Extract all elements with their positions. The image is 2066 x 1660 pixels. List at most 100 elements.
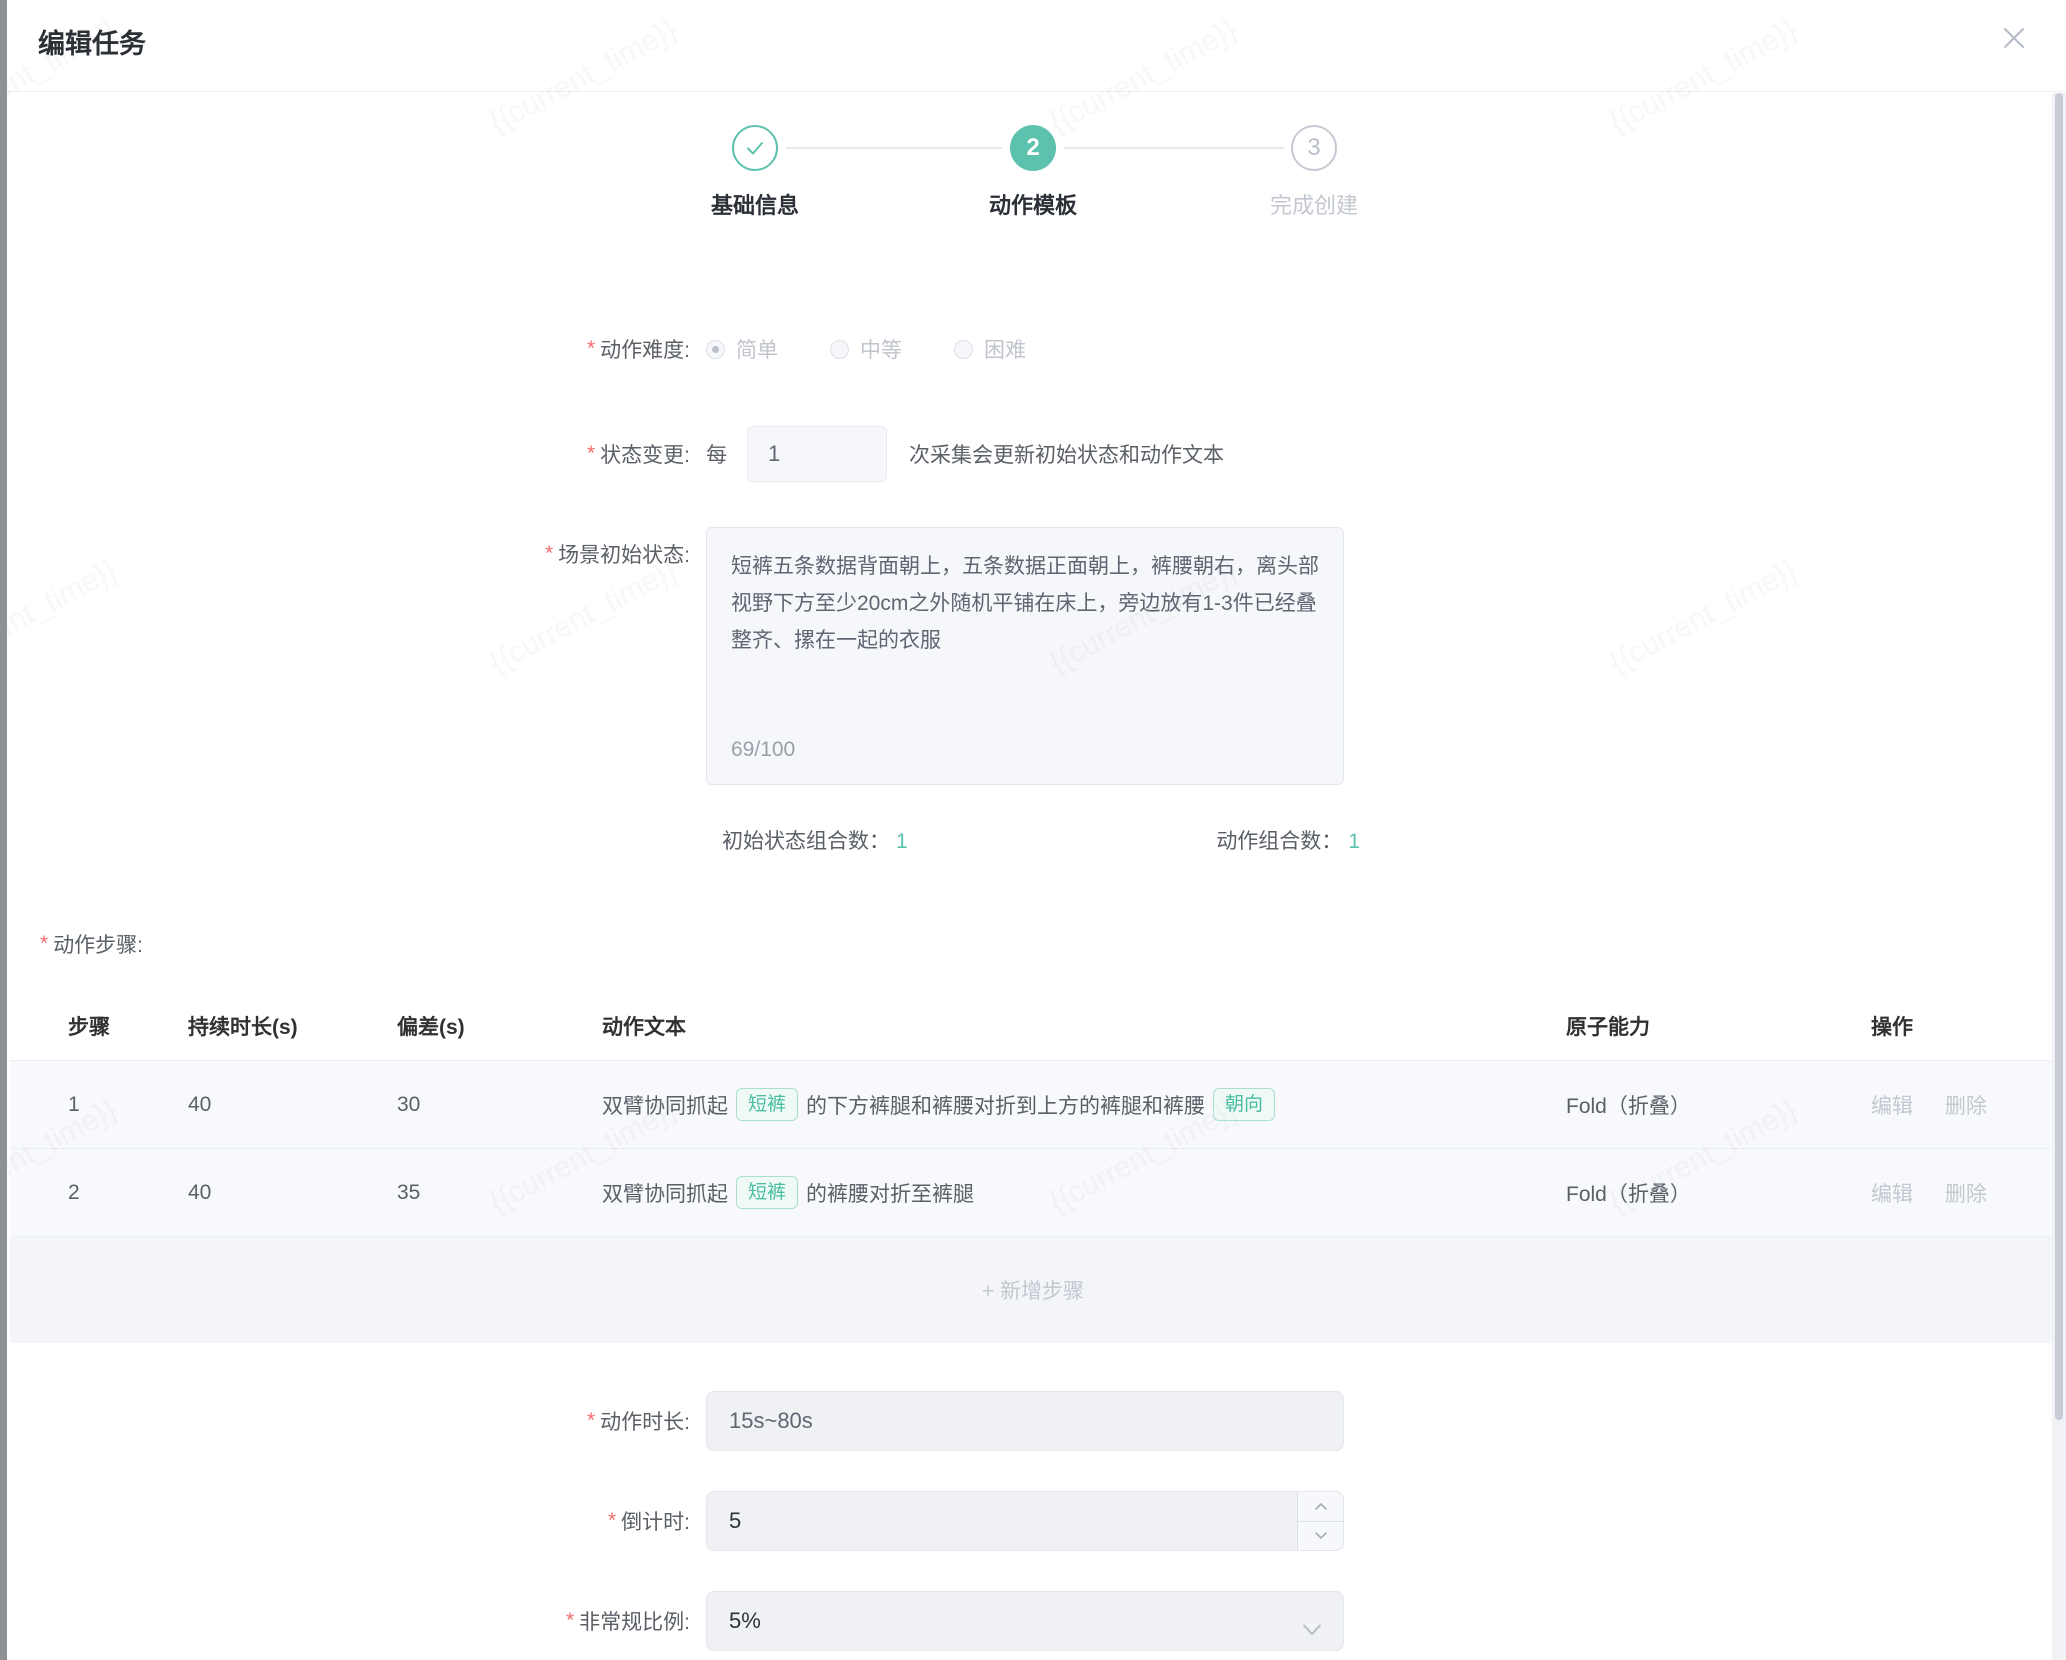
step-3-label: 完成创建: [1204, 188, 1424, 220]
required-asterisk: *: [608, 1509, 616, 1533]
step-2-number: 2: [1026, 134, 1039, 162]
required-asterisk: *: [566, 1609, 574, 1633]
table-row: 2 40 35 双臂协同抓起 短裤 的裤腰对折至裤腿 Fold（折叠） 编辑 删…: [10, 1149, 2056, 1237]
state-change-suffix: 次采集会更新初始状态和动作文本: [909, 439, 1224, 469]
step-2-circle: 2: [1010, 125, 1056, 171]
required-asterisk: *: [40, 932, 48, 956]
difficulty-label: * 动作难度:: [0, 334, 706, 364]
action-steps-table: 步骤 持续时长(s) 偏差(s) 动作文本 原子能力 操作 1 40 30 双臂…: [10, 991, 2056, 1343]
step-connector-1: [786, 147, 1002, 149]
unusual-ratio-value: 5%: [729, 1608, 761, 1634]
action-duration-row: * 动作时长: 15s~80s: [0, 1391, 2066, 1451]
countdown-label: * 倒计时:: [0, 1506, 706, 1536]
check-icon: [743, 136, 767, 160]
action-combo: 动作组合数： 1: [1216, 825, 1360, 855]
radio-icon[interactable]: [830, 340, 849, 359]
initial-state-label: * 场景初始状态:: [0, 527, 706, 569]
radio-label: 简单: [736, 334, 778, 364]
radio-label: 困难: [984, 334, 1026, 364]
radio-option-medium[interactable]: 中等: [830, 334, 902, 364]
table-header-row: 步骤 持续时长(s) 偏差(s) 动作文本 原子能力 操作: [10, 991, 2056, 1061]
scrollbar-track[interactable]: [2052, 93, 2066, 1660]
unusual-ratio-select[interactable]: 5%: [706, 1591, 1344, 1651]
state-change-label: * 状态变更:: [0, 439, 706, 469]
cell-step: 2: [10, 1181, 175, 1205]
spinner-decrease-button[interactable]: [1298, 1522, 1343, 1551]
close-icon: [2000, 24, 2028, 52]
action-duration-value: 15s~80s: [729, 1408, 813, 1434]
step-1-circle: [732, 125, 778, 171]
spinner-increase-button[interactable]: [1298, 1492, 1343, 1522]
action-duration-input[interactable]: 15s~80s: [706, 1391, 1344, 1451]
col-header-ability: 原子能力: [1531, 1011, 1841, 1041]
chevron-down-icon: [1303, 1616, 1321, 1642]
scrollbar-thumb[interactable]: [2055, 93, 2063, 1420]
radio-option-hard[interactable]: 困难: [954, 334, 1026, 364]
radio-icon-selected[interactable]: [706, 340, 725, 359]
required-asterisk: *: [587, 442, 595, 466]
initial-combo: 初始状态组合数：1: [722, 825, 908, 855]
modal-title: 编辑任务: [38, 29, 146, 59]
number-spinner: [1297, 1492, 1343, 1550]
edit-link[interactable]: 编辑: [1871, 1095, 1913, 1118]
state-change-input[interactable]: 1: [747, 426, 887, 482]
unusual-ratio-row: * 非常规比例: 5%: [0, 1591, 2066, 1651]
combo-counts: 初始状态组合数：1 动作组合数： 1: [722, 827, 1360, 853]
page-edge-strip: [0, 0, 7, 1660]
unusual-ratio-label: * 非常规比例:: [0, 1606, 706, 1636]
col-header-step: 步骤: [10, 1011, 175, 1041]
step-2-label: 动作模板: [923, 188, 1143, 220]
state-change-value: 1: [768, 441, 780, 467]
initial-state-text: 短裤五条数据背面朝上，五条数据正面朝上，裤腰朝右，离头部视野下方至少20cm之外…: [731, 555, 1319, 652]
difficulty-row: * 动作难度: 简单 中等 困难: [0, 334, 2066, 364]
cell-action-text: 双臂协同抓起 短裤 的裤腰对折至裤腿: [590, 1176, 1531, 1210]
cell-duration: 40: [175, 1181, 385, 1205]
countdown-input[interactable]: 5: [706, 1491, 1344, 1551]
step-3-circle: 3: [1291, 125, 1337, 171]
cell-ability: Fold（折叠）: [1531, 1090, 1841, 1120]
required-asterisk: *: [587, 1409, 595, 1433]
countdown-value: 5: [729, 1508, 741, 1534]
object-tag: 短裤: [736, 1088, 798, 1122]
state-change-prefix: 每: [706, 439, 727, 469]
initial-state-textarea[interactable]: 短裤五条数据背面朝上，五条数据正面朝上，裤腰朝右，离头部视野下方至少20cm之外…: [706, 527, 1344, 785]
radio-icon[interactable]: [954, 340, 973, 359]
action-steps-section-label: * 动作步骤:: [40, 931, 2066, 957]
cell-duration: 40: [175, 1093, 385, 1117]
countdown-row: * 倒计时: 5: [0, 1491, 2066, 1551]
step-3-number: 3: [1307, 134, 1320, 162]
step-1-label: 基础信息: [645, 188, 865, 220]
cell-ability: Fold（折叠）: [1531, 1178, 1841, 1208]
action-combo-value: 1: [1348, 830, 1360, 853]
stepper: 2 3 基础信息 动作模板 完成创建: [0, 92, 2066, 242]
orientation-tag: 朝向: [1213, 1088, 1275, 1122]
table-row: 1 40 30 双臂协同抓起 短裤 的下方裤腿和裤腰对折到上方的裤腿和裤腰 朝向…: [10, 1061, 2056, 1149]
cell-deviation: 35: [385, 1181, 590, 1205]
col-header-operations: 操作: [1841, 1011, 2056, 1041]
step-connector-2: [1064, 147, 1284, 149]
col-header-duration: 持续时长(s): [175, 1011, 385, 1041]
modal-header: 编辑任务: [0, 0, 2066, 92]
radio-label: 中等: [860, 334, 902, 364]
state-change-row: * 状态变更: 每 1 次采集会更新初始状态和动作文本: [0, 426, 2066, 482]
radio-option-easy[interactable]: 简单: [706, 334, 778, 364]
close-button[interactable]: [1998, 22, 2030, 54]
action-duration-label: * 动作时长:: [0, 1406, 706, 1436]
add-step-button[interactable]: + 新增步骤: [10, 1237, 2056, 1343]
char-counter: 69/100: [731, 731, 795, 768]
col-header-action-text: 动作文本: [590, 1011, 1531, 1041]
delete-link[interactable]: 删除: [1945, 1095, 1987, 1118]
col-header-deviation: 偏差(s): [385, 1011, 590, 1041]
chevron-up-icon: [1314, 1501, 1328, 1511]
object-tag: 短裤: [736, 1176, 798, 1210]
edit-link[interactable]: 编辑: [1871, 1183, 1913, 1206]
cell-deviation: 30: [385, 1093, 590, 1117]
delete-link[interactable]: 删除: [1945, 1183, 1987, 1206]
initial-state-row: * 场景初始状态: 短裤五条数据背面朝上，五条数据正面朝上，裤腰朝右，离头部视野…: [0, 527, 2066, 785]
difficulty-radio-group: 简单 中等 困难: [706, 334, 1026, 364]
cell-operations: 编辑 删除: [1841, 1178, 2056, 1208]
initial-combo-value: 1: [896, 830, 908, 853]
action-combo-label: 动作组合数：: [1216, 830, 1342, 853]
required-asterisk: *: [587, 337, 595, 361]
cell-action-text: 双臂协同抓起 短裤 的下方裤腿和裤腰对折到上方的裤腿和裤腰 朝向: [590, 1088, 1531, 1122]
